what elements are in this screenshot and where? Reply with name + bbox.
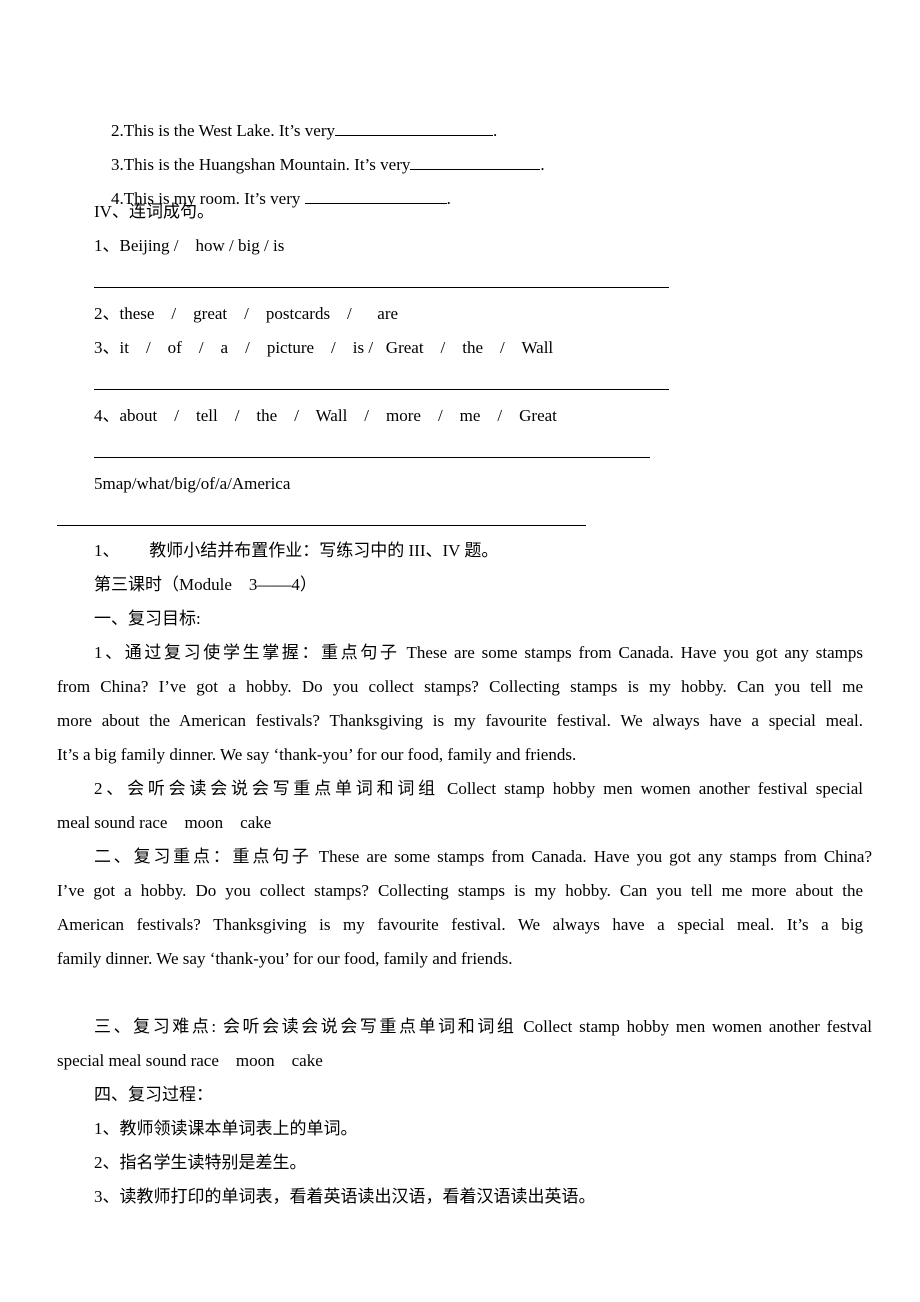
process-step-1: 1、教师领读课本单词表上的单词。 xyxy=(94,1119,358,1138)
answer-line[interactable] xyxy=(94,389,669,390)
exercise-iv-item-4: 4、about / tell / the / Wall / more / me … xyxy=(94,406,557,425)
key-points-line-1: 二、复习重点：重点句子 These are some stamps from C… xyxy=(94,847,872,866)
process-step-3: 3、读教师打印的单词表，看着英语读出汉语，看着汉语读出英语。 xyxy=(94,1187,596,1206)
goal1-line-1: 1、通过复习使学生掌握：重点句子 These are some stamps f… xyxy=(94,643,863,662)
goal2-line-2: meal sound race moon cake xyxy=(57,813,272,832)
goals-heading: 一、复习目标: xyxy=(94,609,201,628)
process-heading: 四、复习过程： xyxy=(94,1085,213,1104)
summary-homework: 1、 教师小结并布置作业：写练习中的 III、IV 题。 xyxy=(94,541,499,560)
exercise-iv-item-2: 2、these / great / postcards / are xyxy=(94,304,399,323)
document-page: 2.This is the West Lake. It’s very. 3.Th… xyxy=(0,0,920,1302)
exercise-iv-item-3: 3、it / of / a / picture / is / Great / t… xyxy=(94,338,554,357)
goal1-line-3: more about the American festivals? Thank… xyxy=(57,711,863,730)
exercise-iv-item-5: 5map/what/big/of/a/America xyxy=(94,474,291,493)
difficulties-line-1: 三、复习难点: 会听会读会说会写重点单词和词组 Collect stamp ho… xyxy=(94,1017,872,1036)
exercise-iv-heading: IV、连词成句。 xyxy=(94,202,214,221)
key-points-line-3: American festivals? Thanksgiving is my f… xyxy=(57,915,863,934)
period: . xyxy=(540,155,545,174)
lesson3-title: 第三课时（Module 3——4） xyxy=(94,575,317,594)
answer-blank[interactable] xyxy=(304,188,447,204)
difficulties-line-2: special meal sound race moon cake xyxy=(57,1051,323,1070)
answer-line[interactable] xyxy=(94,287,669,288)
goal1-line-4: It’s a big family dinner. We say ‘thank-… xyxy=(57,745,577,764)
key-points-line-4: family dinner. We say ‘thank-you’ for ou… xyxy=(57,949,513,968)
goal2-line-1: 2、会听会读会说会写重点单词和词组 Collect stamp hobby me… xyxy=(94,779,863,798)
key-points-line-2: I’ve got a hobby. Do you collect stamps?… xyxy=(57,881,863,900)
goal1-line-2: from China? I’ve got a hobby. Do you col… xyxy=(57,677,863,696)
period: . xyxy=(446,189,451,208)
process-step-2: 2、指名学生读特别是差生。 xyxy=(94,1153,307,1172)
answer-line[interactable] xyxy=(57,525,586,526)
exercise-iv-item-1: 1、Beijing / how / big / is xyxy=(94,236,285,255)
answer-line[interactable] xyxy=(94,457,650,458)
